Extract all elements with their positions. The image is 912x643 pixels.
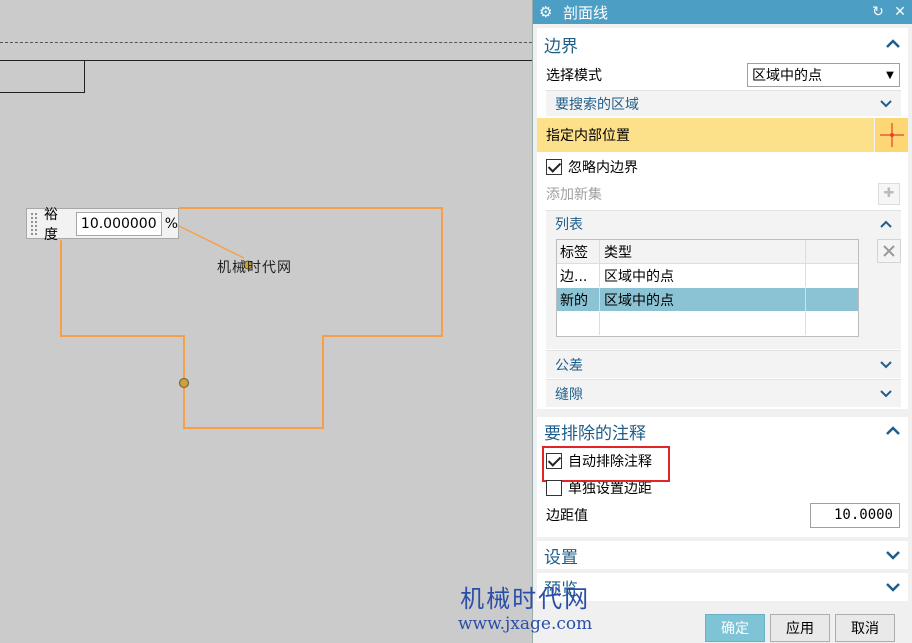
exclude-annotations-section: 要排除的注释 自动排除注释 单独设置边距 边距值 10.0000 (537, 417, 908, 537)
apply-button[interactable]: 应用 (770, 614, 830, 642)
column-header-type[interactable]: 类型 (600, 240, 806, 263)
preview-label: 预览 (544, 579, 578, 600)
tolerance-onscreen-input: 裕度 10.000000 % (26, 207, 179, 243)
boundary-section: 边界 选择模式 区域中的点 ▼ 要搜索的区域 指定内部位置 忽略内边界 添加新集… (537, 28, 908, 409)
leader-line (178, 225, 245, 259)
dropdown-arrow-icon: ▼ (886, 69, 894, 81)
row-tag: 边... (557, 264, 600, 287)
watermark-url: www.jxage.com (458, 614, 593, 634)
gap-subsection-header[interactable]: 缝隙 (546, 379, 901, 407)
preview-section: 预览 (537, 573, 908, 601)
annotation-text[interactable]: 机械时代网 (217, 257, 292, 277)
tolerance-field[interactable]: 10.000000 (75, 211, 162, 236)
cancel-button[interactable]: 取消 (835, 614, 895, 642)
margin-row: 边距值 10.0000 (537, 499, 908, 531)
exclude-section-header[interactable]: 要排除的注释 (537, 417, 908, 445)
select-mode-value: 区域中的点 (752, 68, 822, 84)
tolerance-unit: % (164, 215, 178, 232)
chevron-down-icon[interactable] (882, 576, 904, 598)
chevron-up-icon[interactable] (882, 33, 904, 55)
chevron-up-icon[interactable] (875, 213, 897, 235)
section-line-dialog: ⚙ 剖面线 ↻ ✕ 边界 选择模式 区域中的点 ▼ 要搜索的区域 指定内部位置 (532, 0, 912, 643)
add-set-row: 添加新集 ✚ (537, 182, 908, 206)
add-set-icon[interactable]: ✚ (878, 183, 900, 205)
table-row[interactable]: 新的 区域中的点 (557, 288, 858, 312)
settings-header[interactable]: 设置 (537, 541, 908, 569)
preview-header[interactable]: 预览 (537, 573, 908, 601)
select-mode-label: 选择模式 (546, 68, 602, 84)
column-header-extra (806, 240, 858, 263)
ignore-inner-label: 忽略内边界 (568, 160, 638, 176)
search-region-label: 要搜索的区域 (555, 96, 639, 113)
ignore-inner-row: 忽略内边界 (537, 152, 908, 182)
individual-margin-checkbox[interactable] (546, 480, 562, 496)
tolerance-label: 裕度 (43, 206, 58, 243)
reset-icon[interactable]: ↻ (868, 4, 888, 20)
gap-subsection-label: 缝隙 (555, 386, 583, 403)
graphics-canvas[interactable]: 裕度 10.000000 % 机械时代网 (0, 0, 532, 643)
close-icon[interactable]: ✕ (890, 4, 910, 20)
search-region-header[interactable]: 要搜索的区域 (546, 90, 901, 116)
chevron-up-icon[interactable] (882, 420, 904, 442)
boundary-outline (60, 207, 443, 429)
gear-icon: ⚙ (539, 3, 553, 21)
boundary-title: 边界 (544, 36, 578, 57)
dialog-title: 剖面线 (563, 3, 609, 22)
list-header[interactable]: 列表 (546, 211, 901, 237)
margin-label: 边距值 (546, 508, 588, 524)
specify-interior-row[interactable]: 指定内部位置 (537, 118, 908, 152)
crosshair-pick-icon[interactable] (874, 118, 908, 152)
chevron-down-icon[interactable] (875, 383, 897, 405)
chevron-down-icon[interactable] (875, 93, 897, 115)
settings-section: 设置 (537, 541, 908, 569)
row-type: 区域中的点 (600, 288, 806, 311)
exclude-title: 要排除的注释 (544, 423, 646, 444)
boundary-point-marker (179, 378, 189, 388)
watermark-title: 机械时代网 (460, 585, 591, 613)
column-header-tag[interactable]: 标签 (557, 240, 600, 263)
table-row[interactable]: 边... 区域中的点 (557, 264, 858, 288)
chevron-down-icon[interactable] (882, 544, 904, 566)
delete-icon[interactable] (877, 239, 901, 263)
list-panel: 列表 标签 类型 边... 区域中的点 新的 区域中的点 (546, 210, 901, 349)
table-header: 标签 类型 (557, 240, 858, 264)
specify-interior-label: 指定内部位置 (546, 128, 630, 144)
chevron-down-icon[interactable] (875, 354, 897, 376)
table-row-empty (557, 312, 858, 336)
list-title: 列表 (555, 217, 583, 233)
ok-button[interactable]: 确定 (705, 614, 765, 642)
boundary-table: 标签 类型 边... 区域中的点 新的 区域中的点 (556, 239, 859, 337)
add-set-label: 添加新集 (546, 187, 602, 203)
dialog-titlebar[interactable]: ⚙ 剖面线 ↻ ✕ (533, 0, 912, 24)
select-mode-dropdown[interactable]: 区域中的点 ▼ (747, 63, 900, 87)
boundary-section-header[interactable]: 边界 (537, 28, 908, 60)
settings-label: 设置 (544, 547, 578, 568)
tolerance-subsection-label: 公差 (555, 357, 583, 374)
tolerance-subsection-header[interactable]: 公差 (546, 350, 901, 378)
select-mode-row: 选择模式 区域中的点 ▼ (537, 60, 908, 90)
auto-exclude-checkbox[interactable] (546, 453, 562, 469)
row-type: 区域中的点 (600, 264, 806, 287)
hatch-boundary-shape[interactable] (0, 0, 532, 643)
list-area: 标签 类型 边... 区域中的点 新的 区域中的点 (546, 237, 901, 349)
watermark: 机械时代网 www.jxage.com (458, 584, 592, 634)
drag-handle[interactable] (30, 211, 38, 236)
ignore-inner-checkbox[interactable] (546, 159, 562, 175)
margin-value-input[interactable]: 10.0000 (810, 502, 900, 528)
row-tag: 新的 (557, 288, 600, 311)
